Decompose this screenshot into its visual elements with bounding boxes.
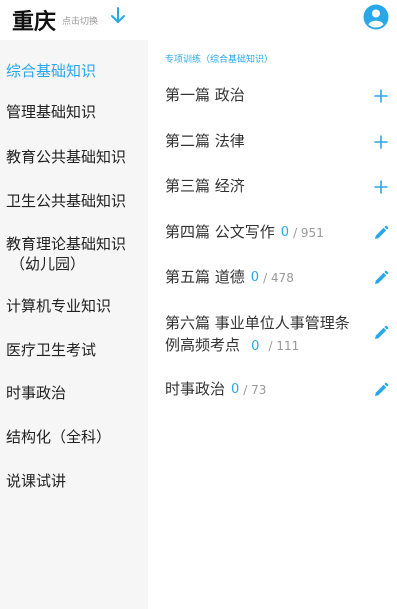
sidebar-item-management[interactable]: 管理基础知识 <box>0 102 148 122</box>
topic-title: 时事政治 <box>165 380 226 398</box>
progress-total: / 951 <box>293 225 324 240</box>
sidebar-item-lecture[interactable]: 说课试讲 <box>0 471 148 491</box>
topic-row-personnel-regulations[interactable]: 第六篇 事业单位人事管理条 例高频考点 0 / 111 <box>165 313 377 357</box>
topic-title: 第一篇 政治 <box>165 86 245 104</box>
progress-count: 0 <box>251 339 260 354</box>
sidebar-item-computer[interactable]: 计算机专业知识 <box>0 296 148 316</box>
topic-row-economics[interactable]: 第三篇 经济 <box>165 176 397 197</box>
sidebar-item-label: 说课试讲 <box>6 472 67 490</box>
plus-icon[interactable] <box>373 88 389 104</box>
city-name[interactable]: 重庆 <box>12 4 56 36</box>
sidebar-item-medical-exam[interactable]: 医疗卫生考试 <box>0 340 148 360</box>
topic-title: 第六篇 事业单位人事管理条 <box>165 314 350 332</box>
topic-row-ethics[interactable]: 第五篇 道德 0 / 478 <box>165 267 397 288</box>
pencil-icon[interactable] <box>373 325 389 341</box>
topic-title-line2: 例高频考点 <box>165 336 241 354</box>
sidebar-item-health-public[interactable]: 卫生公共基础知识 <box>0 191 148 211</box>
topic-row-law[interactable]: 第二篇 法律 <box>165 131 397 152</box>
sidebar-item-label: 医疗卫生考试 <box>6 341 97 359</box>
sidebar-item-comprehensive[interactable]: 综合基础知识 <box>0 61 148 81</box>
switch-city-hint[interactable]: 点击切换 <box>62 14 98 27</box>
sidebar-item-label: 结构化（全科） <box>6 428 112 446</box>
sidebar-item-education-theory-kindergarten[interactable]: 教育理论基础知识 （幼儿园） <box>0 234 148 274</box>
pencil-icon[interactable] <box>373 382 389 398</box>
sidebar-item-education-public[interactable]: 教育公共基础知识 <box>0 147 148 167</box>
progress-count: 0 <box>280 225 290 240</box>
arrow-down-icon[interactable] <box>110 6 126 26</box>
pencil-icon[interactable] <box>373 270 389 286</box>
sidebar-item-label: 计算机专业知识 <box>6 297 112 315</box>
sidebar-item-current-affairs[interactable]: 时事政治 <box>0 383 148 403</box>
topic-title: 第五篇 道德 <box>165 268 245 286</box>
user-avatar-icon[interactable] <box>363 4 389 30</box>
sidebar-item-label: 综合基础知识 <box>6 62 97 80</box>
sidebar-item-structured[interactable]: 结构化（全科） <box>0 427 148 447</box>
sidebar-item-label: 教育公共基础知识 <box>6 148 127 166</box>
header-bar: 重庆 点击切换 <box>0 0 397 40</box>
topic-list-panel: 专项训练（综合基础知识） 第一篇 政治 第二篇 法律 第三篇 经济 第四篇 公文… <box>148 40 397 609</box>
topic-row-current-affairs[interactable]: 时事政治 0 / 73 <box>165 379 397 400</box>
sidebar-item-label: 教育理论基础知识 <box>6 235 127 253</box>
pencil-icon[interactable] <box>373 225 389 241</box>
sidebar-item-label-sub: （幼儿园） <box>10 255 86 273</box>
plus-icon[interactable] <box>373 179 389 195</box>
topic-row-official-writing[interactable]: 第四篇 公文写作 0 / 951 <box>165 222 397 243</box>
plus-icon[interactable] <box>373 134 389 150</box>
section-title: 专项训练（综合基础知识） <box>165 55 274 65</box>
progress-total: / 111 <box>268 339 300 353</box>
category-sidebar: 综合基础知识 管理基础知识 教育公共基础知识 卫生公共基础知识 教育理论基础知识… <box>0 40 148 609</box>
progress-count: 0 <box>231 382 240 397</box>
progress-total: / 478 <box>263 270 294 285</box>
topic-title: 第二篇 法律 <box>165 132 245 150</box>
topic-title: 第四篇 公文写作 <box>165 223 275 241</box>
topic-title: 第三篇 经济 <box>165 177 245 195</box>
sidebar-item-label: 管理基础知识 <box>6 103 97 121</box>
progress-total: / 73 <box>243 382 267 397</box>
topic-row-politics[interactable]: 第一篇 政治 <box>165 85 397 106</box>
sidebar-item-label: 时事政治 <box>6 384 67 402</box>
app-root: 重庆 点击切换 综合基础知识 管理基础知识 教育公共基础知识 卫生公共基础知识 … <box>0 0 397 609</box>
progress-count: 0 <box>250 270 260 285</box>
sidebar-item-label: 卫生公共基础知识 <box>6 192 127 210</box>
